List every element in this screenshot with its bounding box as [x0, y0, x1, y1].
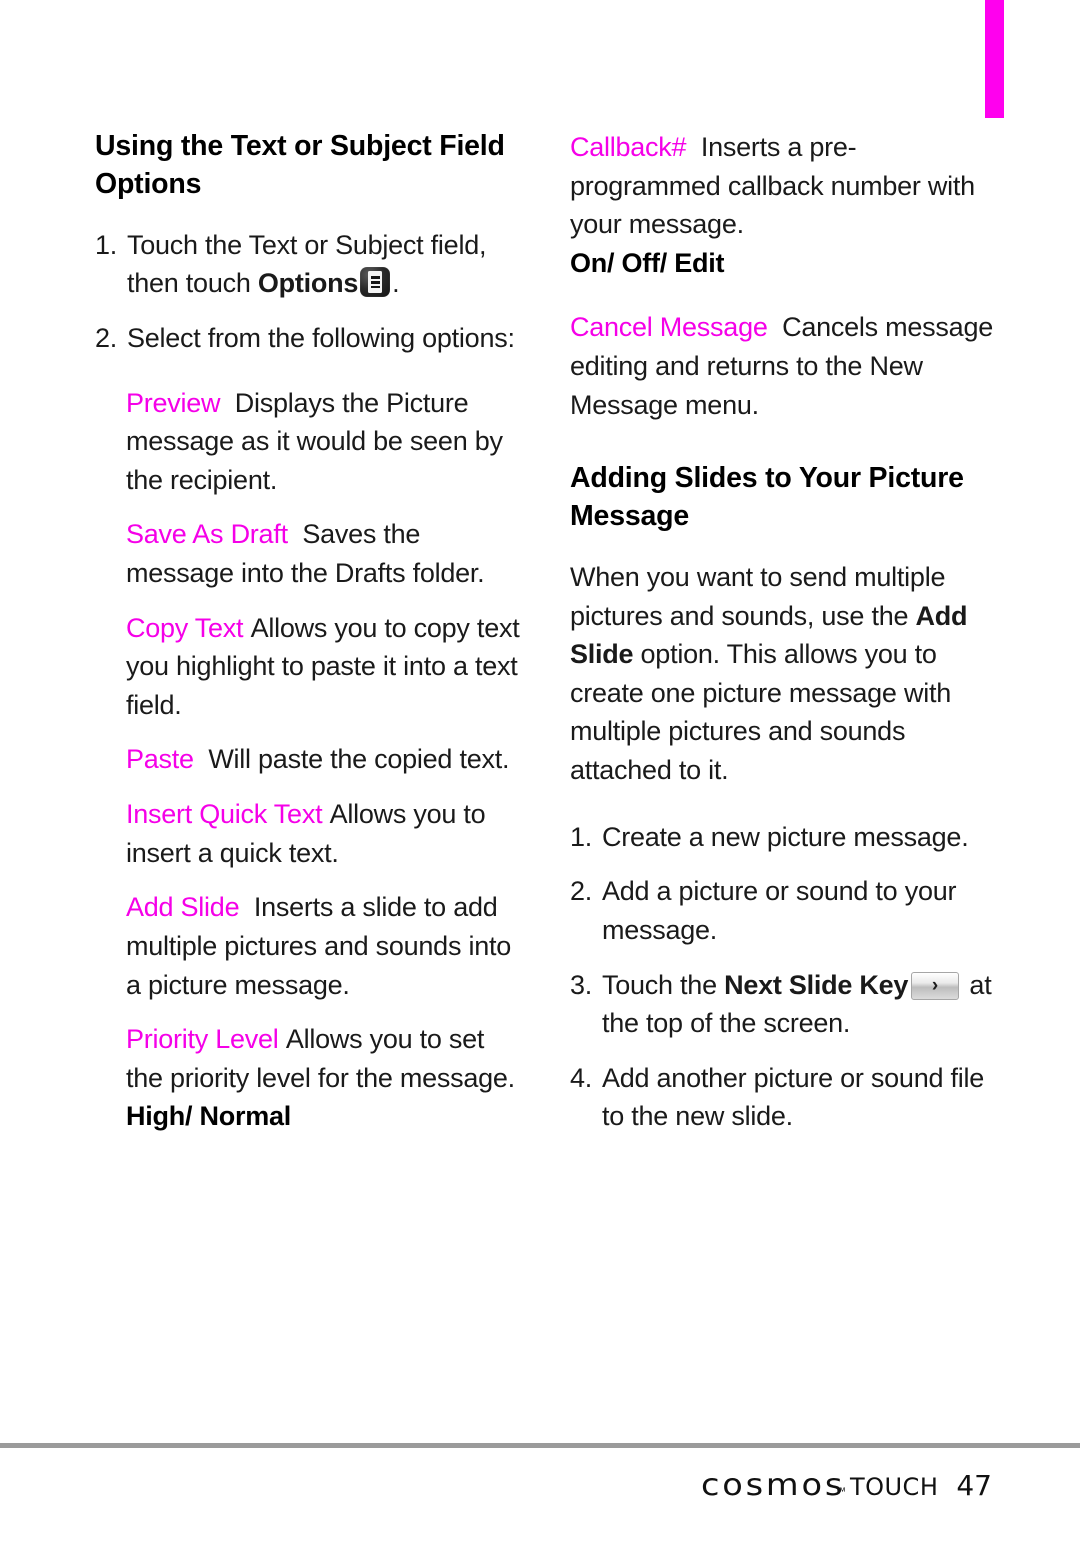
- page-number: 47: [956, 1469, 992, 1502]
- option-keyword: Copy Text: [126, 612, 244, 643]
- numbered-step: 1. Create a new picture message.: [570, 818, 1000, 857]
- step-number: 4.: [570, 1062, 593, 1093]
- option-keyword: Paste: [126, 744, 194, 775]
- step-number: 2.: [570, 876, 593, 907]
- page-footer: cosmos ™ TOUCH 47: [701, 1468, 992, 1503]
- step-text-after: .: [392, 268, 400, 299]
- step-text-before: Touch the: [602, 969, 725, 1000]
- numbered-step: 3. Touch the Next Slide Key › at the top …: [570, 966, 1000, 1043]
- step-bold-term: Options: [257, 268, 359, 299]
- option-keyword: Callback#: [570, 132, 687, 162]
- step-text: Add another picture or sound file to the…: [602, 1062, 984, 1132]
- numbered-step: 2. Select from the following options:: [95, 319, 525, 358]
- option-entry: Cancel Message Cancels message editing a…: [570, 308, 1000, 424]
- step-number: 1.: [95, 229, 118, 260]
- options-icon-sheet: [368, 271, 383, 294]
- left-column: Using the Text or Subject Field Options …: [95, 128, 525, 1152]
- option-entry: Priority Level Allows you to set the pri…: [95, 1020, 525, 1136]
- option-description: Will paste the copied text.: [208, 744, 510, 775]
- next-slide-chevron-icon: ›: [911, 971, 960, 1000]
- step-number: 1.: [570, 821, 593, 852]
- manual-page: Using the Text or Subject Field Options …: [0, 0, 1080, 1552]
- option-keyword: Insert Quick Text: [126, 799, 323, 830]
- chevron-right-glyph: ›: [931, 974, 938, 996]
- option-entry: Add Slide Inserts a slide to add multipl…: [95, 888, 525, 1004]
- step-text: Touch the Next Slide Key › at the top of …: [602, 966, 1000, 1043]
- numbered-step: 1. Touch the Text or Subject field, then…: [95, 226, 525, 303]
- options-list-icon: [360, 267, 391, 298]
- page-title-left: Using the Text or Subject Field Options: [95, 130, 505, 200]
- footer-divider: [0, 1443, 1080, 1448]
- option-entry: Save As Draft Saves the message into the…: [95, 515, 525, 592]
- intro-paragraph: When you want to send multiple pictures …: [570, 558, 1000, 790]
- product-name: TOUCH: [849, 1473, 939, 1501]
- step-text: Create a new picture message.: [602, 821, 969, 852]
- option-entry: Preview Displays the Picture message as …: [95, 384, 525, 500]
- option-entry: Paste Will paste the copied text.: [95, 740, 525, 779]
- option-entry: Callback# Inserts a pre-programmed callb…: [570, 128, 1000, 282]
- option-values: High/ Normal: [126, 1101, 292, 1132]
- step-bold-term: Next Slide Key: [724, 969, 909, 1000]
- right-column: Callback# Inserts a pre-programmed callb…: [570, 128, 1000, 1152]
- paragraph-part-1: When you want to send multiple pictures …: [570, 562, 946, 631]
- numbered-step: 4. Add another picture or sound file to …: [570, 1059, 1000, 1136]
- section-edge-tab: [985, 0, 1004, 118]
- option-keyword: Save As Draft: [126, 519, 288, 550]
- option-keyword: Add Slide: [126, 892, 240, 923]
- page-title-right: Adding Slides to Your Picture Message: [570, 462, 964, 533]
- step-text: Touch the Text or Subject field, then to…: [127, 226, 525, 303]
- option-entry: Copy Text Allows you to copy text you hi…: [95, 609, 525, 725]
- step-number: 3.: [570, 969, 593, 1000]
- option-values: On/ Off/ Edit: [570, 247, 725, 278]
- step-text: Select from the following options:: [127, 323, 515, 353]
- step-text: Add a picture or sound to your message.: [602, 876, 957, 945]
- option-keyword: Cancel Message: [570, 312, 768, 343]
- cosmos-brand-logo: cosmos: [701, 1468, 846, 1503]
- option-keyword: Priority Level: [126, 1024, 279, 1055]
- numbered-step: 2. Add a picture or sound to your messag…: [570, 872, 1000, 949]
- option-keyword: Preview: [126, 387, 221, 418]
- step-number: 2.: [95, 323, 118, 353]
- option-entry: Insert Quick Text Allows you to insert a…: [95, 795, 525, 872]
